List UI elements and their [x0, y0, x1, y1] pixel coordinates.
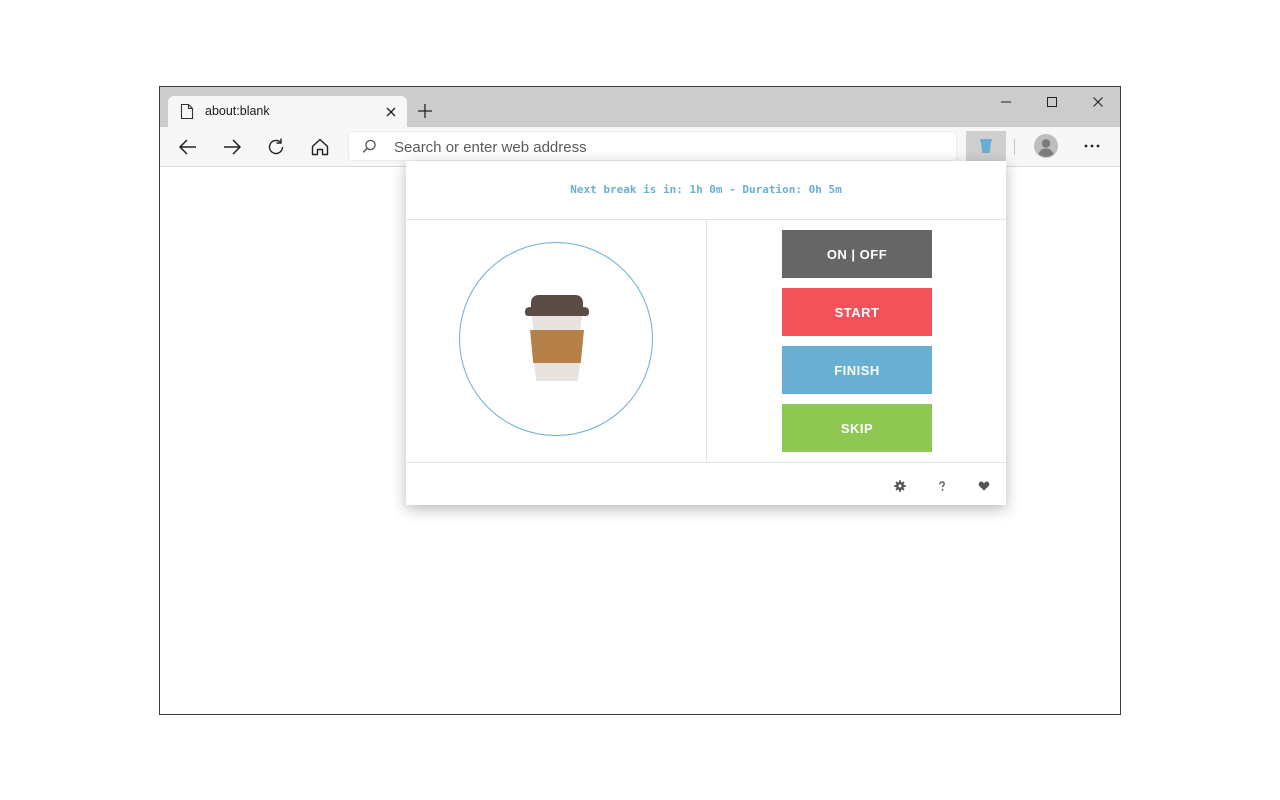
close-icon [1093, 97, 1103, 107]
popup-footer [406, 462, 1006, 506]
home-icon[interactable] [309, 136, 331, 158]
address-input[interactable] [392, 136, 936, 158]
on-off-button[interactable]: ON | OFF [782, 230, 932, 278]
maximize-button[interactable] [1038, 94, 1066, 110]
back-arrow-icon[interactable] [177, 136, 199, 158]
skip-button[interactable]: SKIP [782, 404, 932, 452]
close-icon[interactable] [384, 105, 398, 119]
tab-title: about:blank [205, 104, 270, 118]
heart-icon[interactable] [978, 480, 990, 492]
finish-button[interactable]: FINISH [782, 346, 932, 394]
cup-panel [406, 220, 707, 462]
minimize-button[interactable] [992, 94, 1020, 110]
window-close-button[interactable] [1084, 94, 1112, 110]
page-icon [180, 103, 194, 120]
profile-avatar-icon[interactable] [1034, 134, 1058, 158]
extension-popup: Next break is in: 1h 0m - Duration: 0h 5… [406, 161, 1006, 505]
popup-header: Next break is in: 1h 0m - Duration: 0h 5… [406, 161, 1006, 220]
address-bar[interactable] [348, 131, 957, 161]
extension-button[interactable] [966, 131, 1006, 161]
plus-icon[interactable] [416, 102, 434, 120]
title-bar: about:blank [160, 87, 1120, 127]
next-break-status: Next break is in: 1h 0m - Duration: 0h 5… [570, 183, 842, 196]
toolbar-separator [1014, 139, 1015, 155]
tab-about-blank[interactable]: about:blank [168, 96, 407, 127]
search-icon [362, 139, 376, 153]
question-icon[interactable] [936, 480, 948, 492]
coffee-cup-icon [980, 139, 992, 153]
start-button[interactable]: START [782, 288, 932, 336]
coffee-cup-icon [525, 295, 589, 381]
refresh-icon[interactable] [265, 136, 287, 158]
forward-arrow-icon[interactable] [221, 136, 243, 158]
controls-panel: ON | OFF START FINISH SKIP [707, 220, 1006, 462]
minimize-icon [1001, 101, 1011, 103]
maximize-icon [1047, 97, 1057, 107]
more-options-icon[interactable] [1082, 136, 1102, 156]
gear-icon[interactable] [894, 480, 906, 492]
